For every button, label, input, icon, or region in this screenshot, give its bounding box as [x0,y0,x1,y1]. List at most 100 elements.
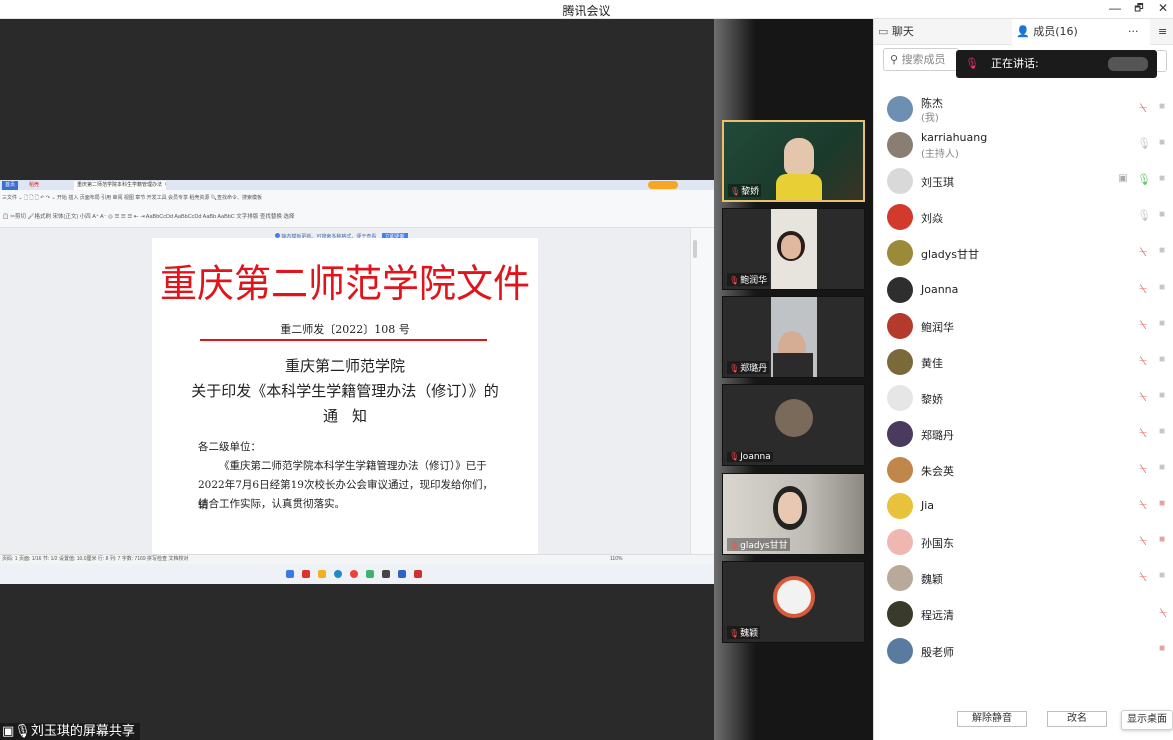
member-row[interactable]: 黎娇 ⍀ ■ [874,379,1173,415]
camera-off-icon[interactable]: ■ [1155,499,1169,509]
camera-off-icon[interactable]: ■ [1155,535,1169,545]
member-row[interactable]: 程远清 ⍀ [874,595,1173,631]
member-row[interactable]: 孙国东 ⍀ ■ [874,523,1173,559]
camera-off-icon[interactable]: ■ [1155,174,1169,184]
wps-ribbon-tools[interactable]: 📋 ✂剪切 🖌格式刷 宋体(正文) 小四 A⁺ A⁻ ◎ ☰ ☰ ☰ ⇤ ⇥ A… [2,212,294,220]
member-row[interactable]: Joanna ⍀ ■ [874,271,1173,307]
camera-off-icon[interactable]: ■ [1155,463,1169,473]
mic-icon[interactable]: 🎙 [1137,173,1151,187]
screen-share-label-text: 刘玉琪的屏幕共享 [30,724,135,739]
member-name: 刘焱 [921,212,943,226]
member-row[interactable]: 朱会英 ⍀ ■ [874,451,1173,487]
camera-off-icon[interactable]: ■ [1155,643,1169,654]
camera-off-icon[interactable]: ■ [1155,318,1169,329]
mic-muted-icon[interactable]: ⍀ [1137,245,1149,259]
member-role: (主持人) [921,149,959,161]
members-panel: ▭ 聊天 👤 成员(16) ··· ≡ ⚲ 搜索成员 🎙 正在讲话: 陈杰 (我)… [873,19,1173,740]
mic-icon[interactable]: 🎙 [1137,137,1151,151]
chrome-icon[interactable] [350,570,358,578]
wps-login-badge[interactable] [648,181,678,189]
mic-muted-icon[interactable]: ⍀ [1137,281,1149,296]
member-row[interactable]: 陈杰 (我) ⍀ ■ [874,90,1173,126]
video-tile[interactable]: 🎙黎娇 [722,120,865,202]
wps-side-toolbar[interactable] [690,228,714,554]
meeting-icon[interactable] [398,570,406,578]
tab-chat[interactable]: ▭ 聊天 [874,19,1012,45]
member-name: 孙国东 [921,537,954,551]
unmute-button[interactable]: 解除静音 [957,711,1027,727]
mic-muted-icon[interactable]: ⍀ [1137,353,1149,368]
speaking-indicator: 🎙 正在讲话: [956,50,1157,78]
edge-icon[interactable] [334,570,342,578]
video-tile[interactable]: 🎙gladys甘甘 [722,473,865,555]
member-row[interactable]: 魏颖 ⍀ ■ [874,559,1173,595]
rename-button[interactable]: 改名 [1047,711,1107,727]
camera-off-icon[interactable]: ■ [1155,246,1169,256]
person-icon: 👤 [1016,25,1034,38]
camera-off-icon[interactable]: ■ [1155,354,1169,365]
video-tile[interactable]: 🎙Joanna [722,384,865,466]
mic-muted-icon[interactable]: ⍀ [1137,389,1149,404]
wps-icon[interactable] [414,570,422,578]
camera-off-icon[interactable]: ■ [1155,138,1169,148]
chat-icon: ▭ [878,25,892,38]
avatar [887,529,913,556]
wps-tab-docer[interactable]: 稻壳 [26,181,42,190]
member-row[interactable]: 刘玉琪 ▣ 🎙 ■ [874,162,1173,198]
member-row[interactable]: 郑璐丹 ⍀ ■ [874,415,1173,451]
mic-muted-icon[interactable]: ⍀ [1137,425,1149,440]
camera-off-icon[interactable]: ■ [1155,390,1169,401]
scrollbar-thumb[interactable] [693,240,697,258]
show-desktop-button[interactable]: 显示桌面 [1121,710,1173,730]
member-row[interactable]: gladys甘甘 ⍀ ■ [874,234,1173,270]
document-title-line2: 关于印发《本科学生学籍管理办法（修订）》的 [191,382,499,400]
wps-ribbon: 三文件 ⌄ 🗋 🗋 🗋 ↶ ↷ ⌄ 开始 插入 页面布局 引用 审阅 视图 章节… [0,190,714,228]
wps-tab-bar: 首页 稻壳 重庆第二师范学院本科生学籍管理办法（修订）的通知 [0,180,714,190]
camera-off-icon[interactable]: ■ [1155,282,1169,293]
start-icon[interactable] [286,570,294,578]
menu-icon[interactable]: ≡ [1158,19,1173,45]
camera-off-icon[interactable]: ■ [1155,210,1169,220]
camera-off-icon[interactable]: ■ [1155,426,1169,437]
camera-off-icon[interactable]: ■ [1155,571,1169,581]
mic-muted-icon[interactable]: ⍀ [1137,534,1149,548]
video-name: 🎙Joanna [727,452,773,462]
more-icon[interactable]: ··· [1128,19,1139,45]
member-name: gladys甘甘 [921,248,980,262]
wps-ribbon-menu[interactable]: 三文件 ⌄ 🗋 🗋 🗋 ↶ ↷ ⌄ 开始 插入 页面布局 引用 审阅 视图 章节… [2,194,262,203]
video-tile[interactable]: 🎙鲍润华 [722,208,865,290]
mic-muted-icon[interactable]: ⍀ [1137,462,1149,476]
member-name: 郑璐丹 [921,428,954,442]
tab-members[interactable]: 👤 成员(16) ··· [1012,19,1150,45]
member-row[interactable]: 刘焱 🎙 ■ [874,198,1173,234]
mic-muted-icon[interactable]: ⍀ [1137,498,1149,512]
mic-icon[interactable]: 🎙 [1137,209,1151,223]
mic-muted-icon[interactable]: ⍀ [1137,570,1149,584]
video-name: 🎙郑璐丹 [727,361,770,374]
member-row[interactable]: Jia ⍀ ■ [874,487,1173,523]
search-input[interactable]: ⚲ 搜索成员 [883,48,959,71]
wechat-icon[interactable] [366,570,374,578]
minimize-button[interactable]: — [1104,0,1126,19]
member-role: (我) [921,113,939,124]
member-row[interactable]: karriahuang (主持人) 🎙 ■ [874,126,1173,162]
video-tile[interactable]: 🎙魏颖 [722,561,865,643]
close-button[interactable]: ✕ [1152,0,1173,19]
document-title-line1: 重庆第二师范学院 [284,357,405,375]
camera-off-icon[interactable]: ■ [1155,102,1169,112]
app-icon[interactable] [382,570,390,578]
restore-button[interactable]: 🗗 [1128,0,1150,19]
member-row[interactable]: 殷老师 ■ [874,632,1173,668]
mic-muted-icon[interactable]: ⍀ [1137,317,1149,332]
video-tile[interactable]: 🎙郑璐丹 [722,296,865,378]
mic-muted-icon[interactable]: ⍀ [1157,606,1169,620]
app-icon[interactable] [302,570,310,578]
wps-zoom-level[interactable]: 110% [610,555,622,564]
wps-tab-home[interactable]: 首页 [2,181,19,190]
mic-muted-icon[interactable]: ⍀ [1137,101,1149,115]
member-row[interactable]: 黄佳 ⍀ ■ [874,343,1173,379]
search-icon: ⚲ [890,53,899,66]
member-row[interactable]: 鲍润华 ⍀ ■ [874,307,1173,343]
folder-icon[interactable] [318,570,326,578]
wps-tab-document[interactable]: 重庆第二师范学院本科生学籍管理办法（修订）的通知 [74,181,166,190]
